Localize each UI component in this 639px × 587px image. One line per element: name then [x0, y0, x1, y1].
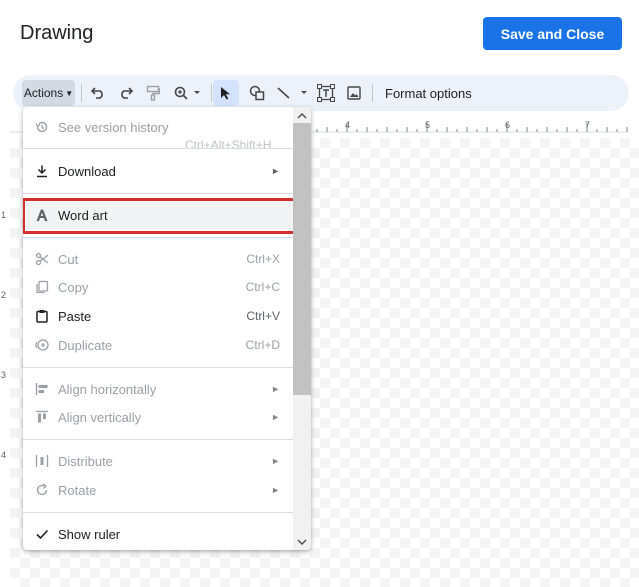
copy-icon	[35, 280, 49, 294]
shortcut-text: Ctrl+D	[245, 338, 280, 352]
menu-divider	[23, 367, 293, 368]
scroll-down-icon[interactable]	[293, 535, 311, 549]
shape-icon[interactable]	[247, 75, 267, 111]
paint-format-icon[interactable]	[144, 75, 162, 111]
ruler-number: 2	[1, 290, 7, 300]
shortcut-text: Ctrl+Alt+Shift+H	[185, 138, 272, 152]
menu-item-label: Duplicate	[58, 337, 113, 353]
menu-item-see-version-history[interactable]: See version history	[23, 113, 293, 141]
select-cursor-icon[interactable]	[213, 80, 239, 106]
zoom-menu-button[interactable]	[173, 75, 203, 111]
download-icon	[35, 164, 49, 178]
menu-item-duplicate[interactable]: Duplicate Ctrl+D	[23, 331, 293, 359]
submenu-arrow-icon: ►	[271, 485, 280, 495]
check-icon	[35, 527, 49, 541]
ruler-number: 3	[1, 370, 7, 380]
menu-item-label: Align vertically	[58, 409, 142, 425]
menu-item-label: Cut	[58, 251, 79, 267]
menu-item-label: Distribute	[58, 453, 113, 469]
menu-scrollbar-thumb[interactable]	[293, 123, 311, 395]
history-icon	[35, 120, 49, 134]
menu-item-align-horizontally[interactable]: Align horizontally ►	[23, 375, 293, 403]
cut-icon	[35, 252, 49, 266]
menu-item-label: Copy	[58, 279, 89, 295]
actions-menu: See version history Ctrl+Alt+Shift+H Dow…	[23, 107, 311, 550]
ruler-number: 5	[425, 120, 431, 130]
caret-down-icon: ▼	[65, 88, 74, 98]
menu-divider	[23, 148, 293, 149]
actions-menu-button[interactable]: Actions ▼	[22, 80, 75, 106]
menu-item-label: Rotate	[58, 482, 97, 498]
actions-label: Actions	[23, 86, 64, 100]
drawing-dialog: Drawing Save and Close Actions ▼ Format …	[0, 0, 639, 587]
menu-item-label: See version history	[58, 119, 169, 135]
paste-icon	[35, 309, 49, 323]
ruler-number: 6	[505, 120, 511, 130]
submenu-arrow-icon: ►	[271, 456, 280, 466]
duplicate-icon	[35, 338, 49, 352]
align-horizontal-icon	[35, 382, 49, 396]
align-vertical-icon	[35, 410, 49, 424]
menu-item-distribute[interactable]: Distribute ►	[23, 447, 293, 475]
menu-item-align-vertically[interactable]: Align vertically ►	[23, 403, 293, 431]
toolbar-divider	[81, 84, 82, 102]
submenu-arrow-icon: ►	[271, 412, 280, 422]
menu-item-rotate[interactable]: Rotate ►	[23, 476, 293, 504]
rotate-icon	[35, 483, 49, 497]
text-box-icon[interactable]	[316, 75, 336, 111]
ruler-number: 7	[585, 120, 591, 130]
menu-item-copy[interactable]: Copy Ctrl+C	[23, 273, 293, 301]
submenu-arrow-icon: ►	[271, 384, 280, 394]
drawing-toolbar: Actions ▼ Format options	[13, 75, 629, 111]
redo-icon[interactable]	[117, 75, 135, 111]
menu-item-label: Paste	[58, 308, 92, 324]
toolbar-divider	[372, 84, 373, 102]
ruler-number: 1	[1, 210, 7, 220]
undo-icon[interactable]	[89, 75, 107, 111]
image-icon[interactable]	[344, 75, 364, 111]
menu-item-label: Download	[58, 163, 116, 179]
menu-divider	[23, 193, 293, 194]
shortcut-text: Ctrl+V	[246, 309, 280, 323]
toolbar-divider	[211, 84, 212, 102]
menu-item-paste[interactable]: Paste Ctrl+V	[23, 302, 293, 330]
menu-item-download[interactable]: Download ►	[23, 157, 293, 185]
word-art-highlight-box	[23, 198, 298, 234]
save-and-close-button[interactable]: Save and Close	[483, 17, 622, 50]
distribute-icon	[35, 454, 49, 468]
submenu-arrow-icon: ►	[271, 166, 280, 176]
line-menu-button[interactable]	[275, 75, 311, 111]
format-options-button[interactable]: Format options	[385, 75, 472, 111]
menu-item-label: Show ruler	[58, 526, 121, 542]
ruler-number: 4	[345, 120, 351, 130]
menu-item-show-ruler[interactable]: Show ruler	[23, 520, 293, 548]
menu-item-label: Align horizontally	[58, 381, 157, 397]
menu-divider	[23, 237, 293, 238]
scroll-up-icon[interactable]	[293, 109, 311, 123]
vertical-ruler: 1 2 3 4	[0, 138, 10, 587]
dialog-title: Drawing	[20, 22, 94, 44]
shortcut-text: Ctrl+X	[246, 252, 280, 266]
menu-item-cut[interactable]: Cut Ctrl+X	[23, 245, 293, 273]
menu-divider	[23, 512, 293, 513]
menu-divider	[23, 439, 293, 440]
ruler-number: 4	[1, 450, 7, 460]
shortcut-text: Ctrl+C	[245, 280, 280, 294]
